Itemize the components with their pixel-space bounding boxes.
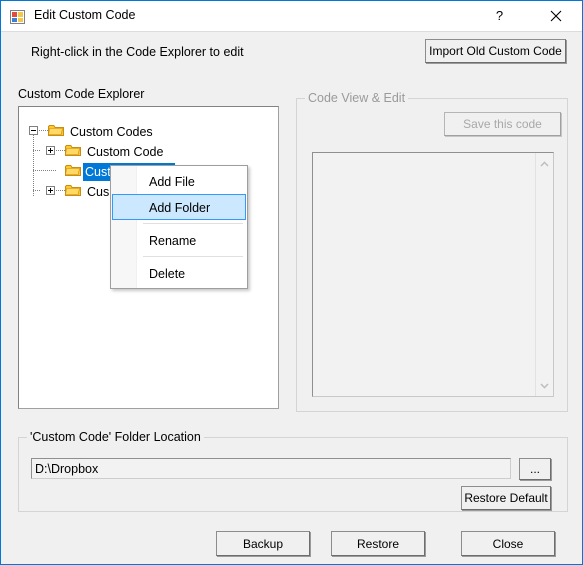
close-dialog-button[interactable]: Close: [461, 531, 555, 556]
help-button[interactable]: ?: [477, 1, 522, 30]
menu-item-add-folder[interactable]: Add Folder: [112, 194, 246, 220]
code-view-edit-title: Code View & Edit: [305, 91, 409, 105]
custom-code-explorer-label: Custom Code Explorer: [18, 87, 145, 101]
tree-row[interactable]: Custom Codes: [19, 121, 278, 141]
folder-location-title: 'Custom Code' Folder Location: [27, 430, 204, 444]
tree-connector: [56, 150, 65, 151]
tree-connector: [33, 170, 57, 171]
tree-connector: [56, 190, 65, 191]
tree-context-menu[interactable]: Add File Add Folder Rename Delete: [110, 165, 248, 289]
collapse-toggle-icon[interactable]: [29, 126, 38, 135]
backup-button[interactable]: Backup: [216, 531, 310, 556]
tree-connector: [33, 150, 40, 151]
tree-node-label[interactable]: Cus: [85, 183, 112, 201]
restore-button[interactable]: Restore: [331, 531, 425, 556]
tree-connector: [33, 190, 40, 191]
save-this-code-button[interactable]: Save this code: [444, 112, 561, 136]
menu-item-delete[interactable]: Delete: [112, 260, 246, 286]
tree-connector: [39, 130, 48, 131]
folder-icon: [65, 164, 81, 177]
folder-location-group: 'Custom Code' Folder Location ... Restor…: [18, 430, 568, 512]
browse-folder-button[interactable]: ...: [519, 458, 551, 480]
app-window-icon: [10, 9, 26, 25]
menu-separator: [143, 256, 243, 257]
restore-default-button[interactable]: Restore Default: [461, 486, 551, 510]
code-view-edit-group: Code View & Edit Save this code: [296, 91, 568, 412]
folder-icon: [65, 144, 81, 157]
window-title: Edit Custom Code: [34, 8, 136, 22]
import-old-custom-code-button[interactable]: Import Old Custom Code: [425, 39, 566, 63]
folder-path-input[interactable]: [31, 458, 511, 479]
chevron-up-icon[interactable]: [536, 155, 553, 172]
expand-toggle-icon[interactable]: [46, 146, 55, 155]
tree-node-label[interactable]: Custom Code: [85, 143, 166, 161]
folder-icon: [48, 124, 64, 137]
title-bar: Edit Custom Code ?: [1, 1, 582, 32]
menu-item-rename[interactable]: Rename: [112, 227, 246, 253]
chevron-down-icon[interactable]: [536, 377, 553, 394]
menu-item-add-file[interactable]: Add File: [112, 168, 246, 194]
code-editor-scrollbar[interactable]: [535, 153, 553, 396]
tree-node-label[interactable]: Custom Codes: [68, 123, 156, 141]
edit-custom-code-window: Edit Custom Code ? Right-click in the Co…: [0, 0, 583, 565]
close-icon[interactable]: [533, 1, 578, 30]
menu-separator: [143, 223, 243, 224]
header-hint-text: Right-click in the Code Explorer to edit: [31, 45, 244, 59]
expand-toggle-icon[interactable]: [46, 186, 55, 195]
folder-icon: [65, 184, 81, 197]
code-editor-textarea[interactable]: [312, 152, 554, 397]
tree-row[interactable]: Custom Code: [19, 141, 278, 161]
